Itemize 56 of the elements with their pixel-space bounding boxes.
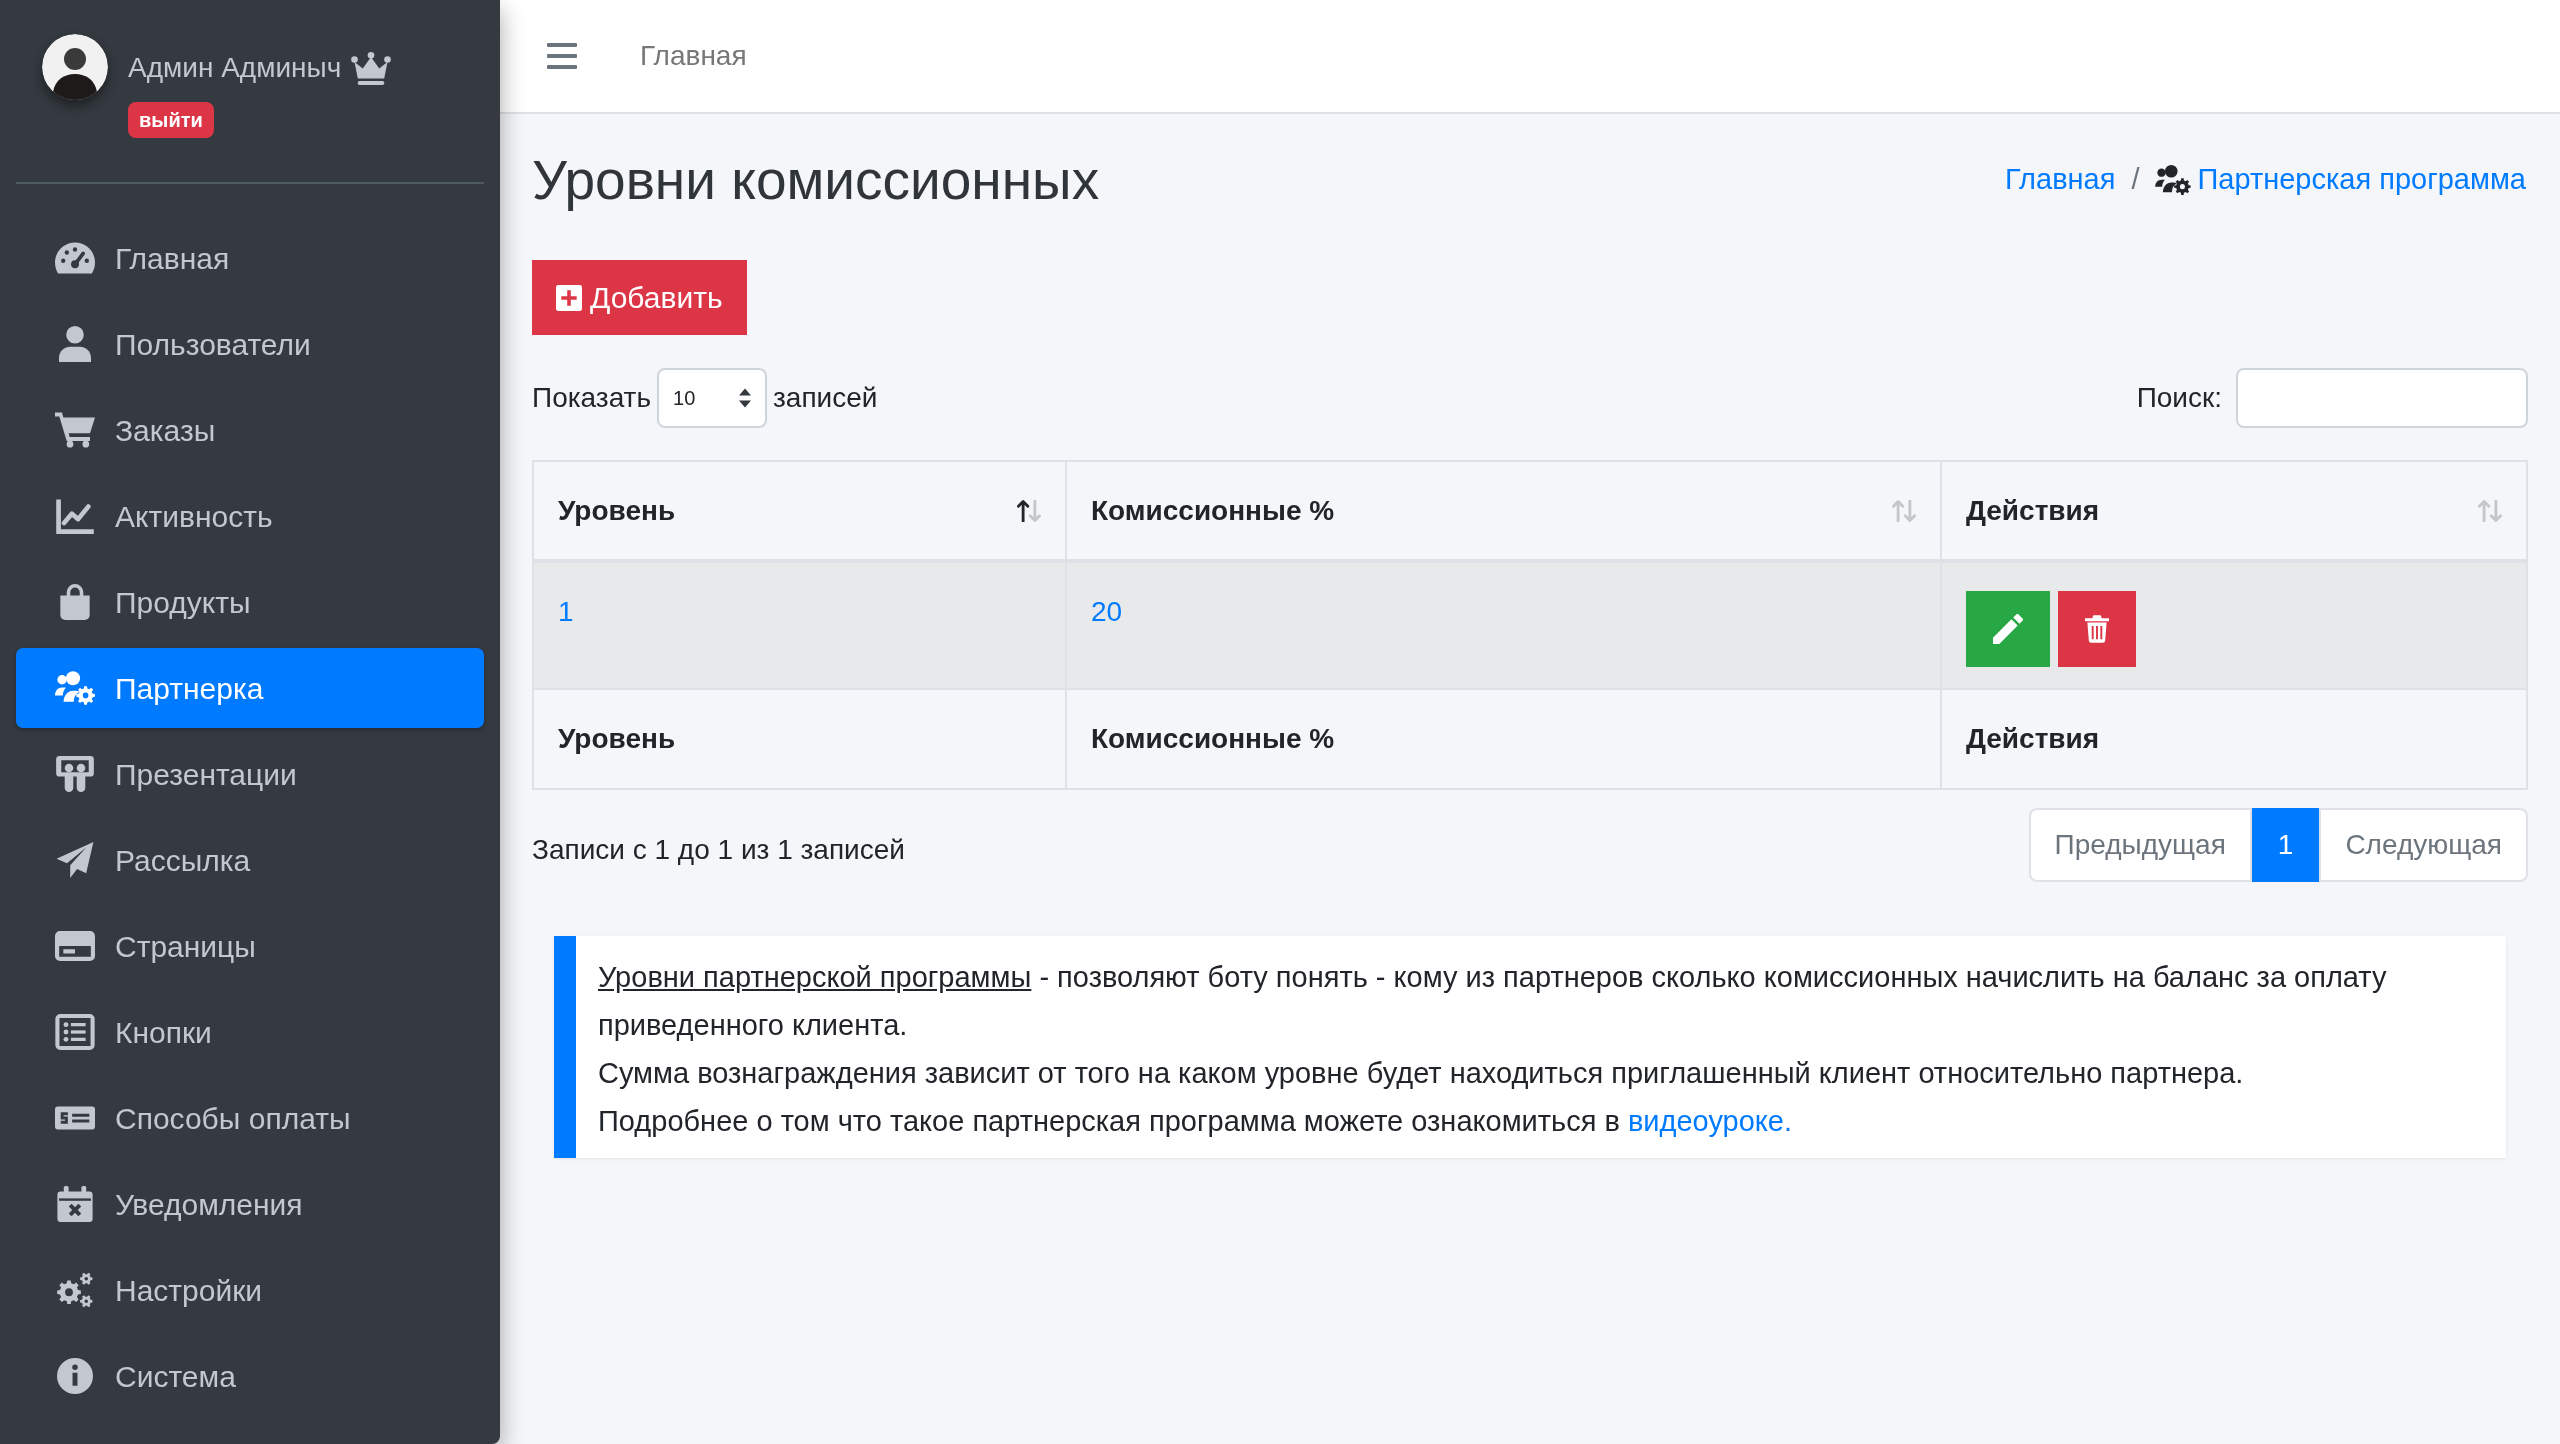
search-field[interactable] bbox=[2236, 368, 2528, 428]
sidebar-item[interactable]: Продукты bbox=[16, 562, 484, 642]
show-label: Показать bbox=[532, 381, 652, 415]
sidebar-item[interactable]: Партнерка bbox=[16, 648, 484, 728]
trash-icon bbox=[2085, 615, 2109, 643]
calendar-x-icon bbox=[55, 1186, 95, 1222]
note-text: Сумма вознаграждения зависит от того на каком уровне будет находиться приглашенный клиент относительно партнера. bbox=[598, 1056, 2245, 1091]
avatar-icon bbox=[42, 34, 108, 100]
crown-icon bbox=[351, 51, 392, 85]
entries-label: записей bbox=[773, 381, 878, 415]
sidebar-item[interactable]: Заказы bbox=[16, 390, 484, 470]
sidebar-item[interactable]: Пользователи bbox=[16, 304, 484, 384]
sidebar-item[interactable]: Система bbox=[16, 1336, 484, 1416]
note-text: Подробнее о том что такое партнерская программа можете ознакомиться в видеоуроке. bbox=[598, 1104, 1793, 1139]
delete-button[interactable] bbox=[2058, 591, 2136, 667]
sidebar-item[interactable]: Уведомления bbox=[16, 1164, 484, 1244]
card-icon bbox=[55, 928, 95, 964]
sidebar-item[interactable]: Страницы bbox=[16, 906, 484, 986]
pencil-icon bbox=[1993, 614, 2023, 644]
gauge-icon bbox=[55, 240, 95, 276]
table-info: Записи с 1 до 1 из 1 записей bbox=[532, 833, 905, 867]
sidebar-item[interactable]: Настройки bbox=[16, 1250, 484, 1330]
breadcrumb-link[interactable]: Главная bbox=[2005, 158, 2116, 202]
gears-icon bbox=[55, 1272, 95, 1308]
user-name: Админ Админыч bbox=[128, 54, 342, 82]
logout-button[interactable]: выйти bbox=[128, 102, 214, 138]
nav-link[interactable]: Главная bbox=[640, 35, 747, 77]
sidebar-item[interactable]: Рассылка bbox=[16, 820, 484, 900]
users-gear-icon bbox=[55, 670, 95, 706]
info-icon bbox=[55, 1358, 95, 1394]
sidebar-item[interactable]: Активность bbox=[16, 476, 484, 556]
video-lesson-link[interactable]: видеоуроке. bbox=[1627, 1105, 1792, 1137]
page-title: Уровни комиссионных bbox=[532, 149, 1100, 211]
note-text: Уровни партнерской программы - позволяют боту понять - кому из партнеров сколько комиссионных начислить на баланс за оплату приведенного клиента. bbox=[598, 960, 2388, 1043]
line-chart-icon bbox=[55, 498, 95, 534]
cart-icon bbox=[55, 412, 95, 448]
users-gear-icon bbox=[2155, 165, 2192, 195]
sidebar-item[interactable]: Главная bbox=[16, 218, 484, 298]
breadcrumb-link[interactable]: Партнерская программа bbox=[2155, 158, 2526, 202]
menu-icon[interactable] bbox=[547, 43, 577, 69]
page-button[interactable]: 1 bbox=[2251, 808, 2320, 882]
sidebar-item[interactable]: Способы оплаты bbox=[16, 1078, 484, 1158]
paper-plane-icon bbox=[55, 842, 95, 878]
column-footer: Уровень bbox=[533, 689, 1066, 789]
sidebar-item[interactable]: Кнопки bbox=[16, 992, 484, 1072]
add-button[interactable]: Добавить bbox=[532, 260, 747, 335]
sidebar-item[interactable]: Презентации bbox=[16, 734, 484, 814]
breadcrumb-separator: / bbox=[2130, 162, 2141, 198]
updown-caret-icon bbox=[739, 388, 752, 408]
list-icon bbox=[55, 1014, 95, 1050]
column-footer: Комиссионные % bbox=[1066, 689, 1941, 789]
presentation-icon bbox=[55, 756, 95, 792]
column-footer: Действия bbox=[1941, 689, 2527, 789]
search-label: Поиск: bbox=[2136, 381, 2222, 415]
page-length-select[interactable]: 10 bbox=[657, 368, 768, 428]
edit-button[interactable] bbox=[1966, 591, 2050, 667]
